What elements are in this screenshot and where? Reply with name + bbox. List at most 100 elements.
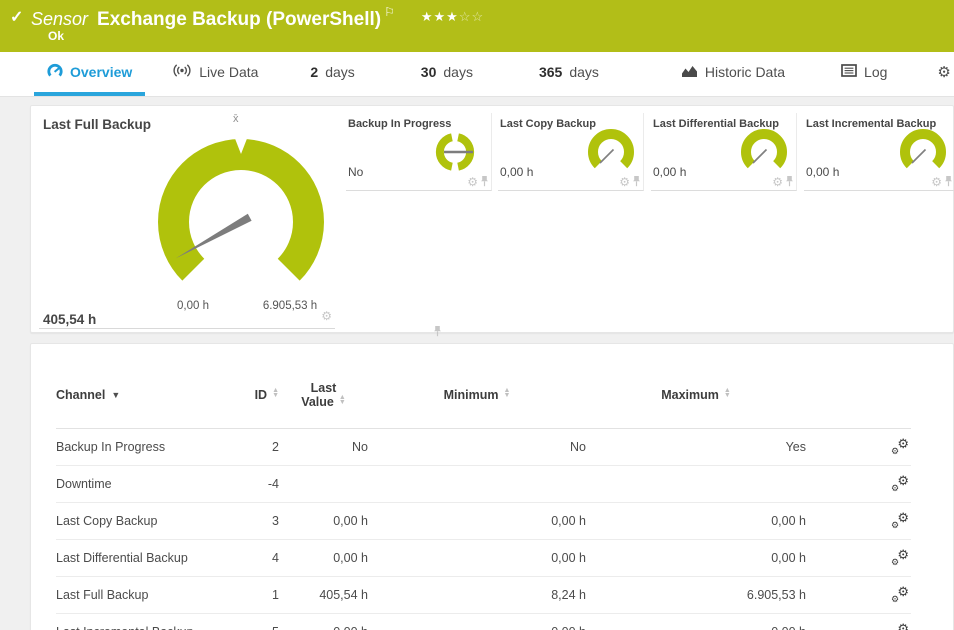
channel-name[interactable]: Last Full Backup — [56, 576, 216, 613]
log-list-icon — [841, 64, 857, 80]
table-row[interactable]: Last Full Backup 1 405,54 h 8,24 h 6.905… — [56, 576, 911, 613]
live-data-icon — [172, 63, 192, 81]
channel-minimum: 0,00 h — [368, 613, 586, 630]
gauge-last-full-backup[interactable]: Last Full Backup x̄ 0,00 h 6.905,53 h 40… — [31, 106, 336, 332]
gauge-current-value: 0,00 h — [500, 165, 533, 179]
column-header-actions — [806, 362, 911, 428]
gauge-min-label: 0,00 h — [163, 300, 223, 312]
channel-minimum: 0,00 h — [368, 539, 586, 576]
tab-bar: Overview Live Data 2 days 30 days 365 da… — [0, 52, 954, 97]
channel-maximum — [586, 465, 806, 502]
channel-settings-icon[interactable]: ⚙⚙ — [892, 549, 909, 565]
column-header-id[interactable]: ID▲▼ — [216, 362, 279, 428]
tab-historic-data[interactable]: Historic Data — [668, 52, 798, 96]
gauge-dial — [585, 126, 637, 178]
channel-last-value: 405,54 h — [279, 576, 368, 613]
gauge-dial — [433, 130, 477, 174]
gauge-dial — [897, 126, 949, 178]
stars-empty[interactable]: ☆☆ — [459, 9, 484, 24]
status-badge: Ok — [48, 29, 64, 43]
tab-overview-label: Overview — [70, 64, 132, 80]
channel-last-value: 0,00 h — [279, 613, 368, 630]
gauge-title: Last Copy Backup — [500, 118, 596, 130]
priority-stars[interactable]: ★★★☆☆ — [421, 9, 484, 24]
channel-minimum: 8,24 h — [368, 576, 586, 613]
gauge-title: Backup In Progress — [348, 118, 451, 130]
gauges-panel: Last Full Backup x̄ 0,00 h 6.905,53 h 40… — [30, 105, 954, 333]
table-row[interactable]: Last Copy Backup 3 0,00 h 0,00 h 0,00 h … — [56, 502, 911, 539]
tab-365-days-number: 365 — [539, 64, 562, 80]
sort-icon: ▲▼ — [503, 388, 510, 398]
gauge-last-incremental-backup[interactable]: Last Incremental Backup 0,00 h ⚙ — [804, 113, 954, 191]
channel-name[interactable]: Last Copy Backup — [56, 502, 216, 539]
channel-last-value: 0,00 h — [279, 539, 368, 576]
column-header-channel[interactable]: Channel▼ — [56, 362, 216, 428]
tab-365-days[interactable]: 365 days — [526, 52, 612, 96]
tab-log-label: Log — [864, 64, 887, 80]
pin-icon[interactable] — [433, 325, 442, 337]
gear-icon: ⚙ — [937, 65, 950, 80]
divider — [39, 328, 335, 329]
channel-settings-icon[interactable]: ⚙⚙ — [892, 586, 909, 602]
channel-maximum: 6.905,53 h — [586, 576, 806, 613]
tab-live-data-label: Live Data — [199, 64, 258, 80]
gauge-settings-icon[interactable]: ⚙ — [931, 175, 942, 189]
pin-icon[interactable] — [785, 175, 794, 187]
gauge-settings-icon[interactable]: ⚙ — [467, 175, 478, 189]
gauge-settings-icon[interactable]: ⚙ — [772, 175, 783, 189]
pin-icon[interactable] — [632, 175, 641, 187]
tab-log[interactable]: Log — [828, 52, 900, 96]
tab-30-days-number: 30 — [421, 64, 437, 80]
stars-filled[interactable]: ★★★ — [421, 9, 459, 24]
tab-live-data[interactable]: Live Data — [159, 52, 271, 96]
gauge-settings-icon[interactable]: ⚙ — [619, 175, 630, 189]
channel-id: -4 — [216, 465, 279, 502]
gauge-last-differential-backup[interactable]: Last Differential Backup 0,00 h ⚙ — [651, 113, 797, 191]
page-title: Exchange Backup (PowerShell) — [97, 9, 381, 30]
gauge-last-copy-backup[interactable]: Last Copy Backup 0,00 h ⚙ — [498, 113, 644, 191]
tab-2-days-number: 2 — [310, 64, 318, 80]
table-row[interactable]: Last Differential Backup 4 0,00 h 0,00 h… — [56, 539, 911, 576]
tab-overview[interactable]: Overview — [34, 52, 145, 96]
channel-settings-icon[interactable]: ⚙⚙ — [892, 438, 909, 454]
channel-id: 5 — [216, 613, 279, 630]
gauge-current-value: 405,54 h — [43, 312, 96, 327]
table-row[interactable]: Last Incremental Backup 5 0,00 h 0,00 h … — [56, 613, 911, 630]
table-row[interactable]: Downtime -4 ⚙⚙ — [56, 465, 911, 502]
flag-icon[interactable]: ⚐ — [384, 5, 395, 19]
channel-name[interactable]: Downtime — [56, 465, 216, 502]
table-row[interactable]: Backup In Progress 2 No No Yes ⚙⚙ — [56, 428, 911, 465]
tab-settings[interactable]: ⚙ Settings — [924, 52, 954, 96]
channel-settings-icon[interactable]: ⚙⚙ — [892, 475, 909, 491]
tab-historic-data-label: Historic Data — [705, 64, 785, 80]
column-header-minimum[interactable]: Minimum▲▼ — [368, 362, 586, 428]
channel-name[interactable]: Backup In Progress — [56, 428, 216, 465]
channel-id: 3 — [216, 502, 279, 539]
channel-name[interactable]: Last Incremental Backup — [56, 613, 216, 630]
tab-2-days-label: days — [325, 64, 355, 80]
column-header-last-value[interactable]: LastValue▲▼ — [279, 362, 368, 428]
sensor-header: ✓ SensorExchange Backup (PowerShell)⚐★★★… — [0, 0, 954, 52]
tab-2-days[interactable]: 2 days — [297, 52, 367, 96]
gauge-max-label: 6.905,53 h — [249, 300, 331, 312]
channel-last-value: No — [279, 428, 368, 465]
gauge-dial — [738, 126, 790, 178]
gauge-backup-in-progress[interactable]: Backup In Progress No ⚙ — [346, 113, 492, 191]
channel-table: Channel▼ ID▲▼ LastValue▲▼ Minimum▲▼ Maxi… — [56, 362, 911, 630]
channel-settings-icon[interactable]: ⚙⚙ — [892, 512, 909, 528]
channel-id: 1 — [216, 576, 279, 613]
channel-minimum — [368, 465, 586, 502]
channel-settings-icon[interactable]: ⚙⚙ — [892, 623, 909, 630]
channel-minimum: No — [368, 428, 586, 465]
gauge-settings-icon[interactable]: ⚙ — [321, 309, 332, 323]
channel-name[interactable]: Last Differential Backup — [56, 539, 216, 576]
gauge-current-value: 0,00 h — [806, 165, 839, 179]
channel-maximum: 0,00 h — [586, 539, 806, 576]
pin-icon[interactable] — [480, 175, 489, 187]
pin-icon[interactable] — [944, 175, 953, 187]
channel-id: 4 — [216, 539, 279, 576]
channel-maximum: Yes — [586, 428, 806, 465]
column-header-maximum[interactable]: Maximum▲▼ — [586, 362, 806, 428]
gauge-current-value: No — [348, 165, 363, 179]
tab-30-days[interactable]: 30 days — [408, 52, 486, 96]
